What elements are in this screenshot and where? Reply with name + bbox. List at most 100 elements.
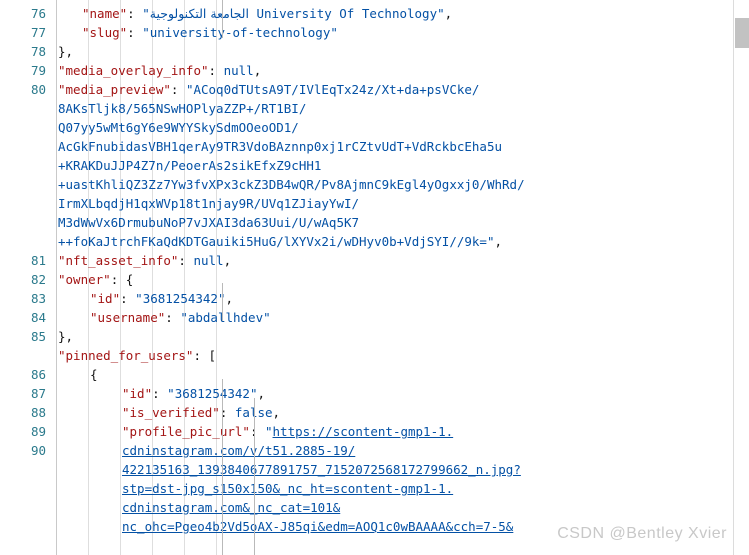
code-line: 8AKsTljk8/565NSwHOPlyaZZP+/RT1BI/ [58, 99, 306, 118]
csdn-watermark: CSDN @Bentley Xvier [557, 525, 727, 542]
code-line: }, [58, 42, 73, 61]
code-line: +uastKhliQZ3Zz7Yw3fvXPx3ckZ3DB4wQR/Pv8Aj… [58, 175, 525, 194]
json-punctuation: , [272, 405, 281, 420]
json-string: "abdallhdev" [180, 310, 271, 325]
json-string: IrmXLbqdjH1qxWVp18t1njay9R/UVq1ZJiayYwI/ [58, 196, 360, 211]
code-line: "username": "abdallhdev" [90, 308, 271, 327]
json-string: AcGkFnubidasVBH1qerAy9TR3VdoBAznnp0xj1rC… [58, 139, 503, 154]
code-line: stp=dst-jpg_s150x150&_nc_ht=scontent-gmp… [122, 479, 453, 498]
vertical-scrollbar-thumb[interactable] [735, 18, 749, 48]
json-string: M3dWwVx6DrmubuNoP7vJXAI3da63Uui/U/wAq5K7 [58, 215, 360, 230]
code-line: 422135163_1393840677891757_7152072568172… [122, 460, 521, 479]
json-string: الجامعة التكنولوجية [149, 6, 249, 21]
json-punctuation: : [170, 82, 186, 97]
json-key: "media_preview" [58, 82, 171, 97]
json-punctuation: : [208, 63, 224, 78]
line-number: 84 [30, 310, 46, 325]
json-string: "ACoq0dTUtsA9T/IVlEqTx24z/Xt+da+psVCke/ [185, 82, 480, 97]
code-line: Q07yy5wMt6gY6e9WYYSkySdmOOeoOD1/ [58, 118, 299, 137]
line-number: 79 [30, 63, 46, 78]
vertical-scrollbar[interactable] [733, 0, 749, 555]
json-key: "id" [90, 291, 121, 306]
code-line: ++foKaJtrchFKaQdKDTGauiki5HuG/lXYVx2i/wD… [58, 232, 502, 251]
json-key: "nft_asset_info" [58, 253, 179, 268]
code-line: "pinned_for_users": [ [58, 346, 216, 365]
json-key: "owner" [58, 272, 111, 287]
json-punctuation: { [125, 272, 134, 287]
json-string: +KRAKDuJJP4Z7n/PeoerAs2sikEfxZ9cHH1 [58, 158, 322, 173]
json-string: ++foKaJtrchFKaQdKDTGauiki5HuG/lXYVx2i/wD… [58, 234, 495, 249]
json-punctuation: , [223, 253, 232, 268]
code-line: AcGkFnubidasVBH1qerAy9TR3VdoBAznnp0xj1rC… [58, 137, 502, 156]
json-punctuation: , [225, 291, 234, 306]
json-punctuation: : [193, 348, 209, 363]
json-key: "media_overlay_info" [58, 63, 209, 78]
line-number: 88 [30, 405, 46, 420]
json-string: University Of Technology" [248, 6, 445, 21]
code-line: "media_preview": "ACoq0dTUtsA9T/IVlEqTx2… [58, 80, 479, 99]
json-punctuation: , [494, 234, 503, 249]
json-url-link[interactable]: https://scontent-gmp1-1. [273, 424, 454, 439]
json-url-link[interactable]: stp=dst-jpg_s150x150&_nc_ht=scontent-gmp… [122, 481, 453, 496]
line-number: 76 [30, 6, 46, 21]
json-punctuation: , [257, 386, 266, 401]
code-line: "owner": { [58, 270, 133, 289]
json-punctuation: }, [58, 44, 74, 59]
code-line: cdninstagram.com/v/t51.2885-19/ [122, 441, 355, 460]
line-number: 89 [30, 424, 46, 439]
code-line: "media_overlay_info": null, [58, 61, 261, 80]
json-response-viewer: 76 77 78 79 80 81 82 83 84 85 86 87 88 89 90 "name": "… [0, 0, 749, 555]
code-line: M3dWwVx6DrmubuNoP7vJXAI3da63Uui/U/wAq5K7 [58, 213, 359, 232]
line-number-gutter: 76 77 78 79 80 81 82 83 84 85 86 87 88 89 90 [0, 0, 57, 555]
scope-bar-0 [222, 0, 223, 38]
json-punctuation: : [152, 386, 168, 401]
json-string: Q07yy5wMt6gY6e9WYYSkySdmOOeoOD1/ [58, 120, 299, 135]
line-number-list: 76 77 78 79 80 81 82 83 84 85 86 87 88 89 90 [0, 0, 56, 458]
code-line: +KRAKDuJJP4Z7n/PeoerAs2sikEfxZ9cHH1 [58, 156, 321, 175]
json-key: "pinned_for_users" [58, 348, 194, 363]
line-number: 82 [30, 272, 46, 287]
json-key: "id" [122, 386, 153, 401]
json-string: 8AKsTljk8/565NSwHOPlyaZZP+/RT1BI/ [58, 101, 307, 116]
code-line: "slug": "university-of-technology" [82, 23, 338, 42]
json-literal: null [193, 253, 224, 268]
json-key: "name" [82, 6, 128, 21]
code-line: { [90, 365, 98, 384]
json-string: " [142, 6, 150, 21]
json-punctuation: { [90, 367, 98, 382]
json-punctuation: : [127, 6, 143, 21]
code-line: "name": "الجامعة التكنولوجية University … [82, 4, 452, 23]
line-number: 78 [30, 44, 46, 59]
json-literal: null [223, 63, 254, 78]
code-line: cdninstagram.com&_nc_cat=101& [122, 498, 340, 517]
json-punctuation: , [253, 63, 262, 78]
json-key: "is_verified" [122, 405, 220, 420]
json-punctuation: [ [208, 348, 217, 363]
json-string: " [265, 424, 273, 439]
scope-bar-3 [254, 398, 255, 555]
json-punctuation: : [165, 310, 181, 325]
code-line: }, [58, 327, 73, 346]
line-number: 77 [30, 25, 46, 40]
json-url-link[interactable]: cdninstagram.com/v/t51.2885-19/ [122, 443, 355, 458]
json-url-link[interactable]: 422135163_1393840677891757_7152072568172… [122, 462, 521, 477]
json-punctuation: : [120, 291, 136, 306]
json-url-link[interactable]: cdninstagram.com&_nc_cat=101& [122, 500, 340, 515]
code-line: "profile_pic_url": "https://scontent-gmp… [122, 422, 453, 441]
scope-bar-2 [222, 379, 223, 555]
code-line: nc_ohc=Pgeo4b2Vd5oAX-J85qi&edm=AOQ1c0wBA… [122, 517, 513, 536]
code-line: "id": "3681254342", [122, 384, 265, 403]
json-key: "username" [90, 310, 166, 325]
json-punctuation: : [110, 272, 126, 287]
line-number: 87 [30, 386, 46, 401]
json-url-link[interactable]: nc_ohc=Pgeo4b2Vd5oAX-J85qi&edm=AOQ1c0wBA… [122, 519, 513, 534]
json-punctuation: : [249, 424, 265, 439]
line-number: 85 [30, 329, 46, 344]
json-string: +uastKhliQZ3Zz7Yw3fvXPx3ckZ3DB4wQR/Pv8Aj… [58, 177, 525, 192]
code-line: IrmXLbqdjH1qxWVp18t1njay9R/UVq1ZJiayYwI/ [58, 194, 359, 213]
json-punctuation: : [178, 253, 194, 268]
code-content[interactable]: "name": "الجامعة التكنولوجية University … [58, 0, 733, 555]
json-key: "slug" [82, 25, 128, 40]
line-number: 90 [30, 443, 46, 458]
code-lines: "name": "الجامعة التكنولوجية University … [58, 0, 733, 534]
